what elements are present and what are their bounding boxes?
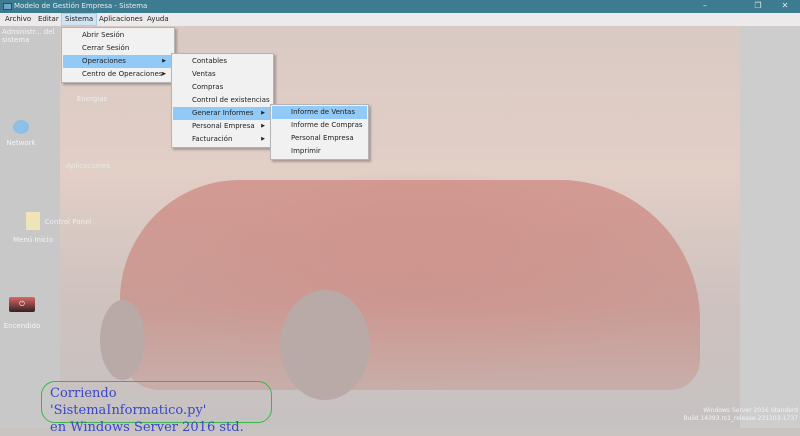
icon-label: Energías <box>76 95 108 103</box>
menu-aplicaciones[interactable]: Aplicaciones <box>96 13 146 26</box>
icon-label: Administr... del sistema <box>2 28 55 44</box>
folder-icon <box>26 212 40 230</box>
menu-item-label: Generar Informes <box>192 109 254 117</box>
menu-item-cerrar-sesion[interactable]: Cerrar Sesión <box>63 42 173 55</box>
menu-item-label: Contables <box>192 57 227 65</box>
submenu-arrow-icon: ▶ <box>261 110 265 116</box>
desktop-icon-network[interactable]: Network <box>0 120 49 147</box>
submenu-arrow-icon: ▶ <box>261 136 265 142</box>
menu-item-label: Cerrar Sesión <box>82 44 130 52</box>
menu-item-personal-empresa[interactable]: Personal Empresa ▶ <box>173 120 272 133</box>
menu-item-compras[interactable]: Compras <box>173 81 272 94</box>
power-icon: ⏻ <box>9 297 35 312</box>
menu-archivo[interactable]: Archivo <box>2 13 34 26</box>
sistema-dropdown: Abrir Sesión Cerrar Sesión Operaciones ▶ … <box>61 27 175 83</box>
menu-item-contables[interactable]: Contables <box>173 55 272 68</box>
icon-label: Network <box>6 139 36 147</box>
menu-item-control-existencias[interactable]: Control de existencias <box>173 94 272 107</box>
menu-item-informe-compras[interactable]: Informe de Compras <box>272 119 367 132</box>
menu-item-informe-ventas[interactable]: Informe de Ventas <box>272 106 367 119</box>
submenu-arrow-icon: ▶ <box>162 71 166 77</box>
menu-item-ventas[interactable]: Ventas <box>173 68 272 81</box>
icon-label: Control Panel <box>44 218 92 226</box>
menu-item-personal-empresa-informe[interactable]: Personal Empresa <box>272 132 367 145</box>
menu-item-label: Ventas <box>192 70 216 78</box>
menu-item-label: Centro de Operaciones <box>82 70 163 78</box>
icon-label: Aplicaciones <box>66 162 110 170</box>
menu-ayuda[interactable]: Ayuda <box>144 13 172 26</box>
desktop-icon-control-panel[interactable]: Control Panel <box>40 218 96 226</box>
menu-editar[interactable]: Editar <box>35 13 62 26</box>
desktop-icon-menu-inicio[interactable]: Menú Inicio <box>5 212 61 244</box>
menu-item-label: Facturación <box>192 135 233 143</box>
desktop-icon-encendido[interactable]: ⏻ Encendido <box>0 297 50 330</box>
menu-item-label: Operaciones <box>82 57 126 65</box>
menu-item-imprimir[interactable]: Imprimir <box>272 145 367 158</box>
menu-item-label: Informe de Compras <box>291 121 363 129</box>
watermark-line: Windows Server 2016 Standard <box>703 407 798 414</box>
close-button[interactable]: ✕ <box>772 0 798 13</box>
app-icon <box>3 3 12 10</box>
menu-bar: Archivo Editar Sistema Aplicaciones Ayud… <box>0 13 800 26</box>
menu-item-label: Personal Empresa <box>192 122 255 130</box>
menu-item-label: Abrir Sesión <box>82 31 125 39</box>
menu-item-label: Personal Empresa <box>291 134 354 142</box>
wallpaper-car <box>120 180 700 390</box>
wallpaper-wheel <box>100 300 145 380</box>
wallpaper-wheel <box>280 290 370 400</box>
annotation-line: Corriendo 'SistemaInformatico.py' <box>50 386 207 418</box>
menu-item-centro-operaciones[interactable]: Centro de Operaciones ▶ <box>63 68 173 81</box>
title-bar: Modelo de Gestión Empresa - Sistema – ❐ … <box>0 0 800 13</box>
submenu-arrow-icon: ▶ <box>162 58 166 64</box>
menu-item-label: Informe de Ventas <box>291 108 355 116</box>
windows-watermark: Windows Server 2016 Standard Build 14393… <box>684 407 799 423</box>
desktop-icon-aplicaciones[interactable]: Aplicaciones <box>60 162 116 170</box>
operaciones-submenu: Contables Ventas Compras Control de exis… <box>171 53 274 148</box>
annotation-box: Corriendo 'SistemaInformatico.py' en Win… <box>41 381 272 435</box>
menu-item-abrir-sesion[interactable]: Abrir Sesión <box>63 29 173 42</box>
menu-item-generar-informes[interactable]: Generar Informes ▶ <box>173 107 272 120</box>
menu-item-label: Control de existencias <box>192 96 270 104</box>
desktop-icon-energias[interactable]: Energías <box>64 95 120 103</box>
watermark-line: Build 14393.rs1_release.231103-1737 <box>683 415 799 422</box>
submenu-arrow-icon: ▶ <box>261 123 265 129</box>
menu-item-label: Imprimir <box>291 147 321 155</box>
network-icon <box>13 120 29 134</box>
icon-label: Menú Inicio <box>13 236 53 244</box>
menu-item-operaciones[interactable]: Operaciones ▶ <box>63 55 173 68</box>
desktop-icon-admin[interactable]: Administr... del sistema <box>2 28 62 44</box>
menu-item-facturacion[interactable]: Facturación ▶ <box>173 133 272 146</box>
icon-label: Encendido <box>3 322 41 330</box>
right-overlay <box>740 13 800 428</box>
menu-item-label: Compras <box>192 83 224 91</box>
maximize-button[interactable]: ❐ <box>745 0 771 13</box>
minimize-button[interactable]: – <box>692 0 718 13</box>
informes-submenu: Informe de Ventas Informe de Compras Per… <box>270 104 369 160</box>
window-title: Modelo de Gestión Empresa - Sistema <box>14 2 148 10</box>
menu-sistema[interactable]: Sistema <box>61 13 98 26</box>
